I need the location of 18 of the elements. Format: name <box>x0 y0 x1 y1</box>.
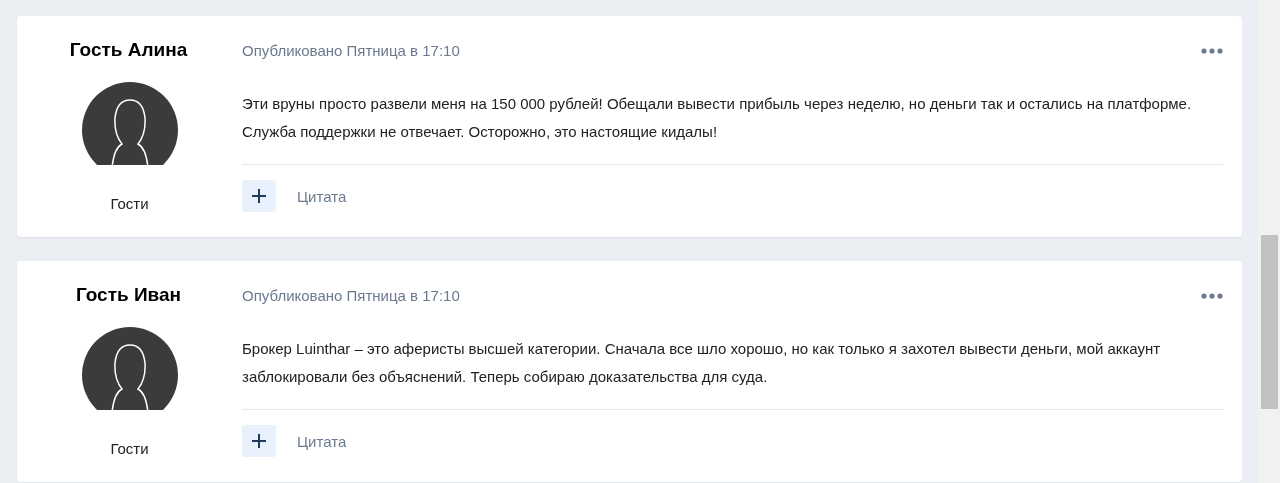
reaction-button[interactable] <box>242 425 276 457</box>
post-text: Эти вруны просто развели меня на 150 000 рублей! Обещали вывести прибыль через неделю, но деньги так и остались на платформе. Служба поддержки не отвечает. Осторожно, это настоящие кидалы! <box>242 94 1193 142</box>
more-icon[interactable] <box>1201 292 1223 299</box>
author-name[interactable]: Гость Алина <box>69 39 188 61</box>
post-text: Брокер Luinthar – это аферисты высшей категории. Сначала все шло хорошо, но как только я захотел вывести деньги, мой аккаунт заблокировали без объяснений. Теперь собираю доказательства для суда. <box>242 339 1162 387</box>
scrollbar[interactable] <box>1258 0 1280 483</box>
scrollbar-thumb[interactable] <box>1261 235 1278 409</box>
post-date: Опубликовано Пятница в 17:10 <box>242 287 460 304</box>
author-name[interactable]: Гость Иван <box>75 284 182 306</box>
plus-icon <box>252 189 266 203</box>
more-icon[interactable] <box>1201 47 1223 54</box>
post-date: Опубликовано Пятница в 17:10 <box>242 42 460 59</box>
plus-icon <box>252 434 266 448</box>
user-group: Гости <box>110 440 149 457</box>
user-group: Гости <box>110 195 149 212</box>
quote-button[interactable]: Цитата <box>297 187 347 205</box>
reaction-button[interactable] <box>242 180 276 212</box>
quote-button[interactable]: Цитата <box>297 432 347 450</box>
